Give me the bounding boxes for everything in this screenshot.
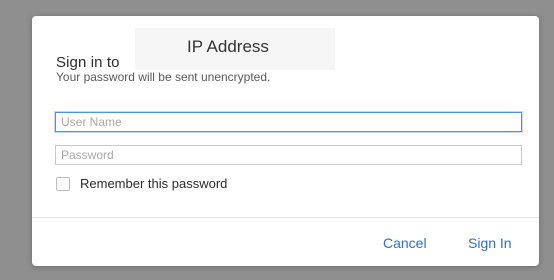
title-row: Sign in to (56, 38, 120, 74)
remember-password-checkbox[interactable] (56, 176, 70, 191)
footer-divider (32, 217, 539, 218)
username-input[interactable] (55, 112, 522, 132)
host-label-box: IP Address (135, 28, 335, 70)
dialog-title: Sign in to (56, 53, 120, 71)
host-address: IP Address (187, 37, 269, 56)
sign-in-button[interactable]: Sign In (468, 235, 512, 251)
unencrypted-warning: Your password will be sent unencrypted. (56, 70, 271, 84)
remember-password-label[interactable]: Remember this password (80, 176, 227, 191)
password-input[interactable] (55, 145, 522, 165)
remember-password-row[interactable]: Remember this password (56, 176, 227, 191)
cancel-button[interactable]: Cancel (383, 235, 427, 251)
sign-in-dialog: Sign in to IP Address Your password will… (32, 16, 539, 266)
